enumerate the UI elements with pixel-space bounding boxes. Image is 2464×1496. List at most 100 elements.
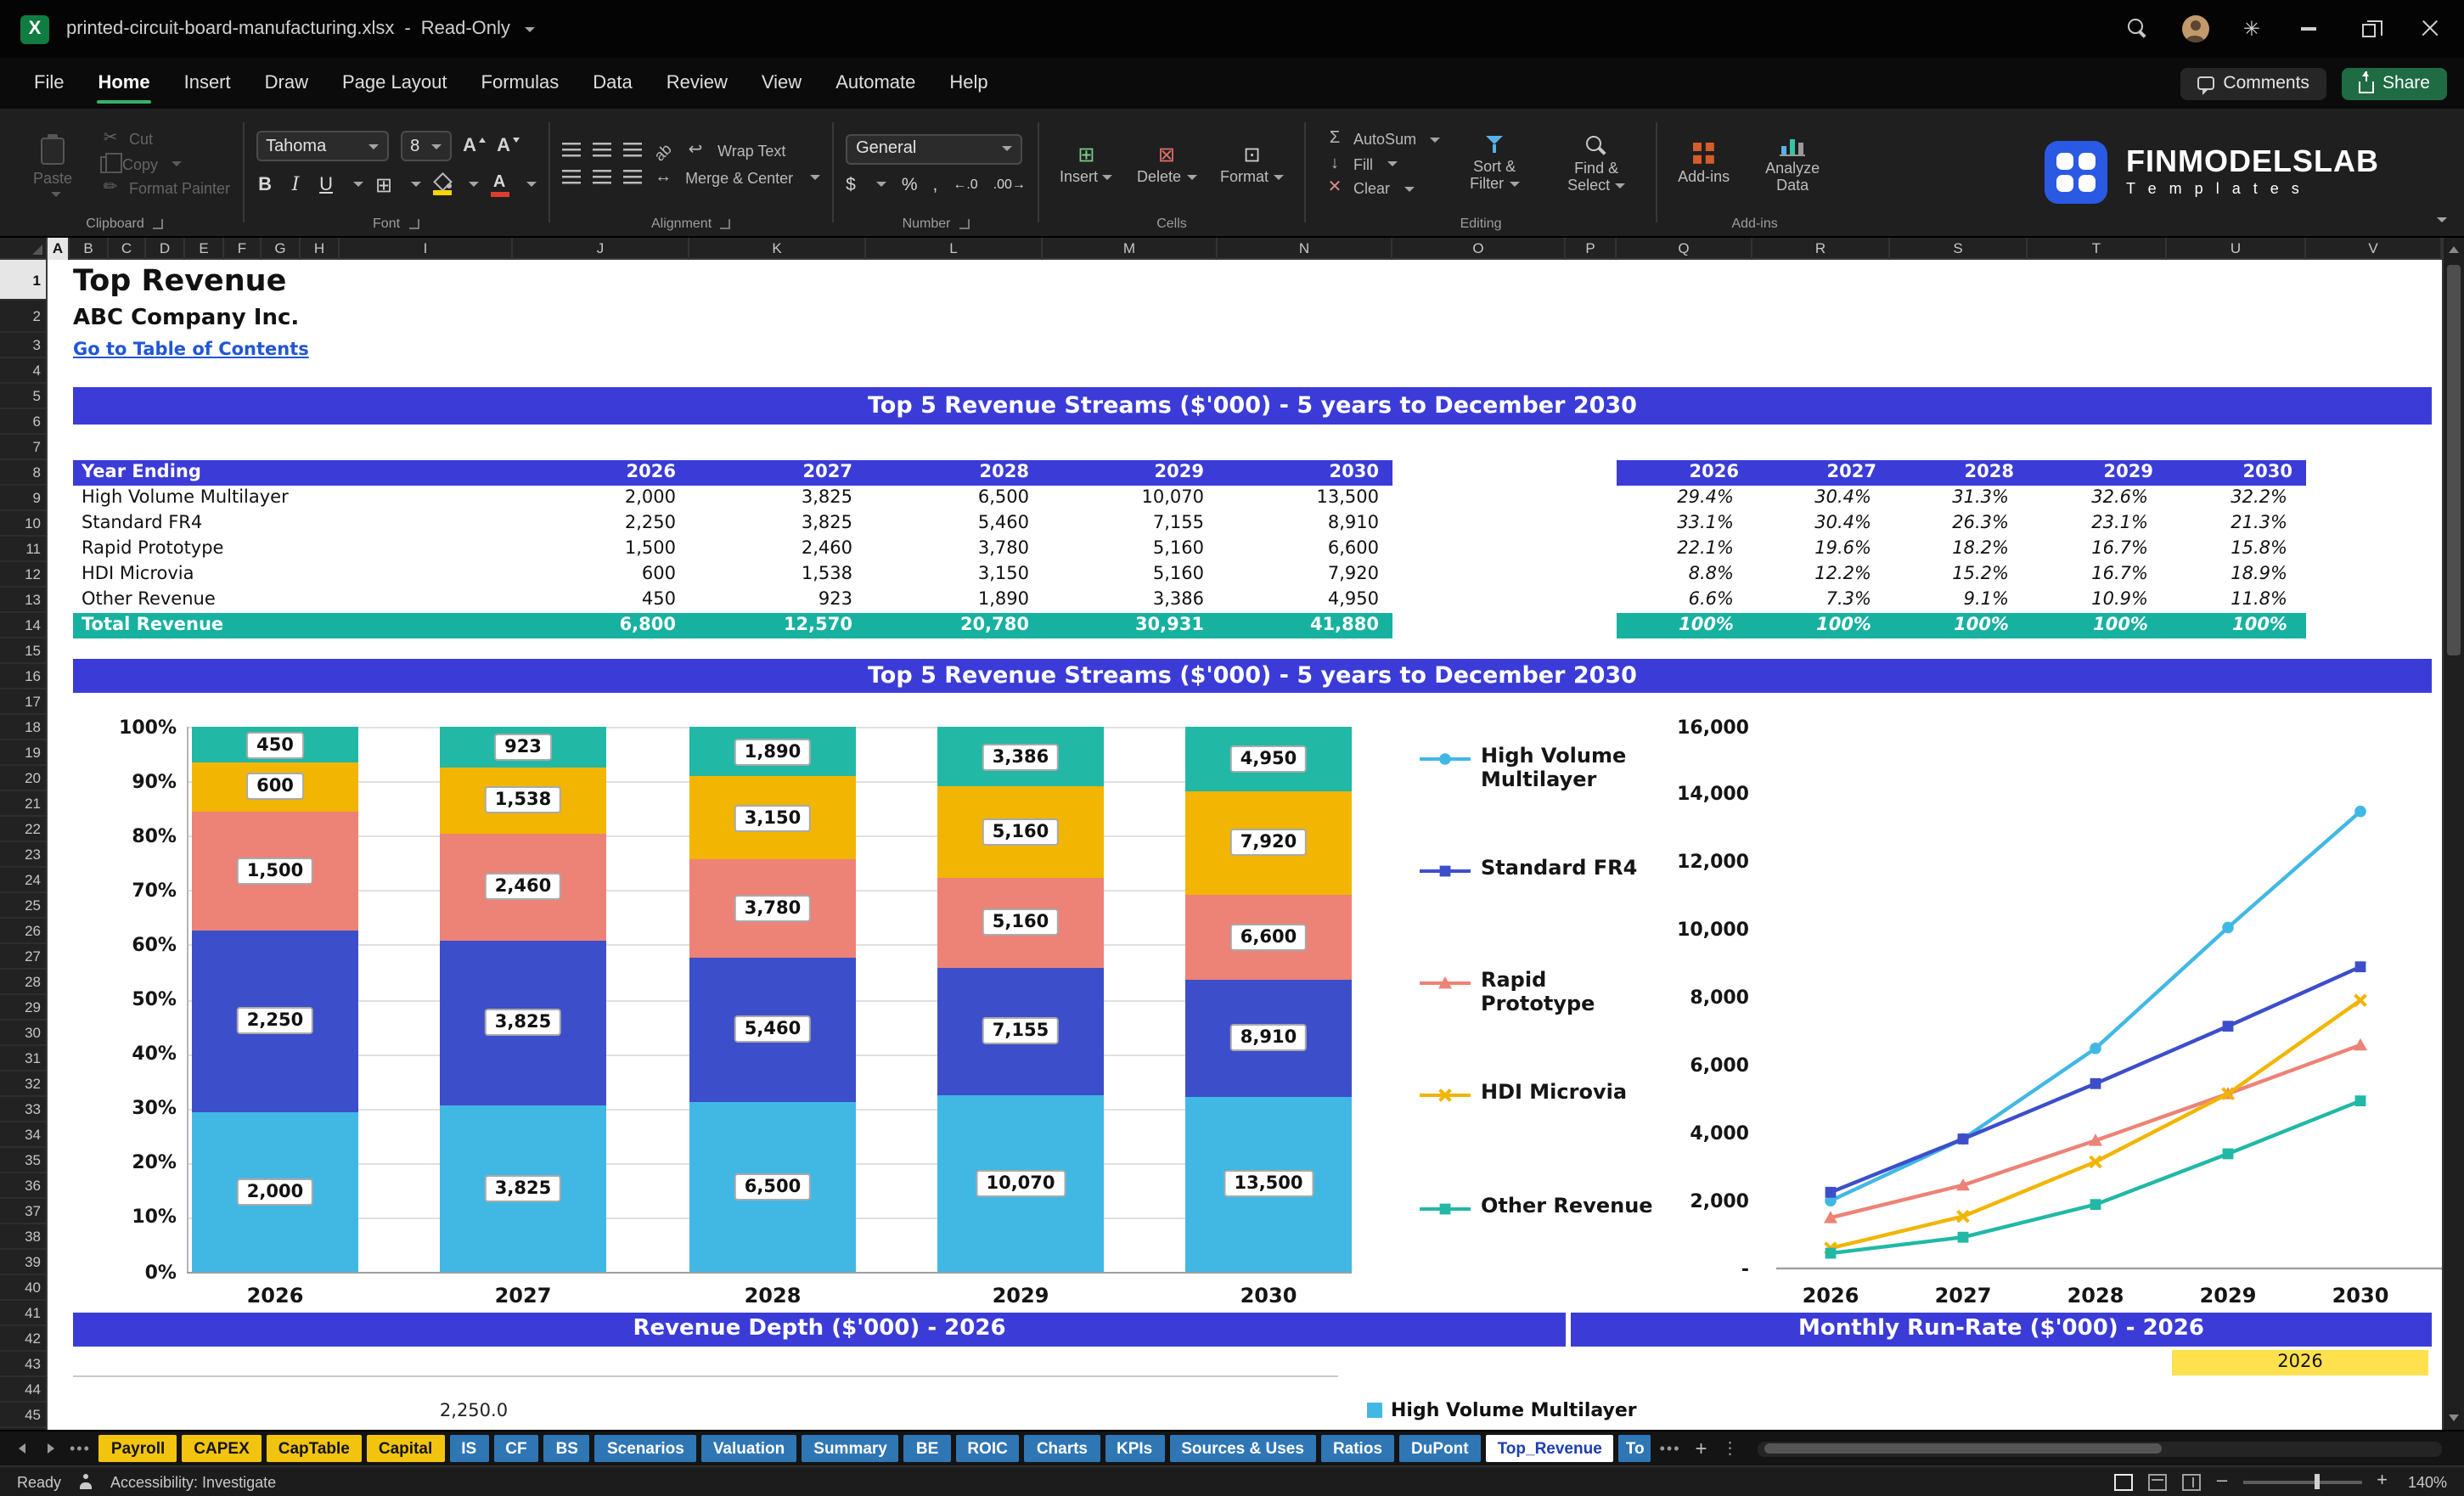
row-header-45[interactable]: 45 — [0, 1403, 46, 1428]
bar-segment[interactable] — [440, 940, 606, 1106]
dialog-launcher-icon[interactable] — [408, 218, 419, 228]
cell-value[interactable]: 41,880 — [1218, 613, 1392, 638]
sheet-tab-to[interactable]: To — [1618, 1435, 1651, 1462]
sheet-nav-left-icon[interactable] — [12, 1438, 32, 1459]
bar-segment[interactable] — [1185, 980, 1352, 1097]
column-header-U[interactable]: U — [2167, 238, 2306, 260]
cell-value[interactable]: 6,600 — [1218, 537, 1392, 562]
cell-value[interactable]: 8.8% — [1617, 562, 1752, 588]
page-break-view-button[interactable] — [2182, 1473, 2202, 1490]
cell-value[interactable]: 3,150 — [866, 562, 1043, 588]
dialog-launcher-icon[interactable] — [152, 218, 163, 228]
cut-button[interactable]: Cut — [100, 131, 230, 148]
row-header-5[interactable]: 5 — [0, 384, 46, 409]
bar-segment[interactable] — [1185, 727, 1352, 791]
bar-segment[interactable] — [440, 833, 606, 941]
bar-segment[interactable] — [689, 958, 856, 1102]
borders-button[interactable] — [374, 172, 393, 196]
bar-segment[interactable] — [1185, 790, 1352, 895]
comments-button[interactable]: Comments — [2180, 67, 2326, 99]
wrap-text-button[interactable]: Wrap Text — [717, 142, 785, 159]
autosum-button[interactable]: AutoSum — [1325, 131, 1441, 148]
bar-segment[interactable] — [192, 1111, 358, 1272]
cell-value[interactable]: 2030 — [2167, 460, 2306, 486]
format-cells-button[interactable]: Format — [1212, 142, 1292, 186]
vertical-scrollbar-thumb[interactable] — [2447, 265, 2461, 655]
row-header-20[interactable]: 20 — [0, 766, 46, 791]
bar-segment[interactable] — [689, 776, 856, 859]
bar-segment[interactable] — [192, 931, 358, 1112]
menu-tab-draw[interactable]: Draw — [248, 58, 325, 109]
sort-filter-button[interactable]: Sort & Filter — [1447, 134, 1542, 194]
legend-item-high-volume-multilayer[interactable]: High Volume Multilayer — [1420, 744, 1668, 792]
row-header-28[interactable]: 28 — [0, 970, 46, 995]
horizontal-scrollbar[interactable] — [1757, 1441, 2442, 1456]
row-header-31[interactable]: 31 — [0, 1046, 46, 1071]
cell-value[interactable]: 32.2% — [2167, 486, 2306, 511]
bar-segment[interactable] — [192, 727, 358, 763]
cell-value[interactable]: 5,460 — [866, 511, 1043, 537]
cell-value[interactable]: 13,500 — [1218, 486, 1392, 511]
restore-button[interactable] — [2355, 15, 2382, 42]
row-header-37[interactable]: 37 — [0, 1199, 46, 1224]
row-header-36[interactable]: 36 — [0, 1173, 46, 1199]
sheet-tab-kpis[interactable]: KPIs — [1105, 1435, 1165, 1462]
cell-value[interactable]: 3,780 — [866, 537, 1043, 562]
cell-value[interactable]: 2,250 — [513, 511, 689, 537]
paste-button[interactable]: Paste — [19, 132, 87, 196]
column-header-O[interactable]: O — [1392, 238, 1566, 260]
row-header-8[interactable]: 8 — [0, 460, 46, 486]
more-sheets-button[interactable] — [1660, 1440, 1681, 1457]
cell-value[interactable]: 30,931 — [1043, 613, 1218, 638]
row-header-35[interactable]: 35 — [0, 1148, 46, 1173]
cell-value[interactable]: 23.1% — [2028, 511, 2167, 537]
cell-value[interactable]: 20,780 — [866, 613, 1043, 638]
cell-value[interactable]: 15.2% — [1890, 562, 2028, 588]
normal-view-button[interactable] — [2114, 1473, 2134, 1490]
accounting-format-button[interactable] — [846, 174, 856, 194]
cell-value[interactable]: 10,070 — [1043, 486, 1218, 511]
cell-value[interactable]: 5,160 — [1043, 562, 1218, 588]
close-button[interactable] — [2416, 15, 2444, 42]
cell-value[interactable]: 100% — [1890, 613, 2028, 638]
sheet-tab-summary[interactable]: Summary — [802, 1435, 899, 1462]
cell-value[interactable]: 16.7% — [2028, 562, 2167, 588]
row-header-12[interactable]: 12 — [0, 562, 46, 588]
cell-value[interactable]: 2026 — [1617, 460, 1752, 486]
cell-value[interactable]: 2028 — [1890, 460, 2028, 486]
cell-value[interactable]: 12.2% — [1752, 562, 1890, 588]
menu-tab-home[interactable]: Home — [81, 58, 166, 109]
sheet-tab-bs[interactable]: BS — [543, 1435, 590, 1462]
column-header-G[interactable]: G — [262, 238, 301, 260]
column-header-R[interactable]: R — [1752, 238, 1890, 260]
row-header-24[interactable]: 24 — [0, 868, 46, 893]
number-format-select[interactable]: General — [846, 133, 1023, 164]
column-header-L[interactable]: L — [866, 238, 1043, 260]
sheet-tab-is[interactable]: IS — [449, 1435, 489, 1462]
comma-format-button[interactable] — [933, 174, 938, 194]
orientation-icon[interactable] — [650, 137, 677, 163]
bold-button[interactable] — [256, 174, 274, 194]
cell-value[interactable]: 2028 — [866, 460, 1043, 486]
share-button[interactable]: Share — [2341, 67, 2447, 99]
search-icon[interactable] — [2127, 19, 2148, 39]
row-header-21[interactable]: 21 — [0, 791, 46, 817]
vertical-scrollbar[interactable] — [2442, 238, 2464, 1430]
align-top-icon[interactable] — [561, 143, 581, 158]
bar-segment[interactable] — [192, 811, 358, 931]
scroll-up-icon[interactable] — [2449, 246, 2460, 253]
row-header-30[interactable]: 30 — [0, 1021, 46, 1046]
cell-value[interactable]: 1,500 — [513, 537, 689, 562]
row-header-27[interactable]: 27 — [0, 944, 46, 970]
sheet-tab-capex[interactable]: CAPEX — [182, 1435, 262, 1462]
insert-cells-button[interactable]: Insert — [1051, 142, 1122, 186]
menu-tab-view[interactable]: View — [745, 58, 819, 109]
row-header-11[interactable]: 11 — [0, 537, 46, 562]
menu-tab-automate[interactable]: Automate — [819, 58, 932, 109]
font-size-select[interactable]: 8 — [400, 131, 452, 161]
column-header-F[interactable]: F — [224, 238, 262, 260]
minimize-button[interactable] — [2294, 15, 2321, 42]
cell-value[interactable]: 21.3% — [2167, 511, 2306, 537]
row-header-40[interactable]: 40 — [0, 1275, 46, 1301]
row-header-16[interactable]: 16 — [0, 664, 46, 689]
